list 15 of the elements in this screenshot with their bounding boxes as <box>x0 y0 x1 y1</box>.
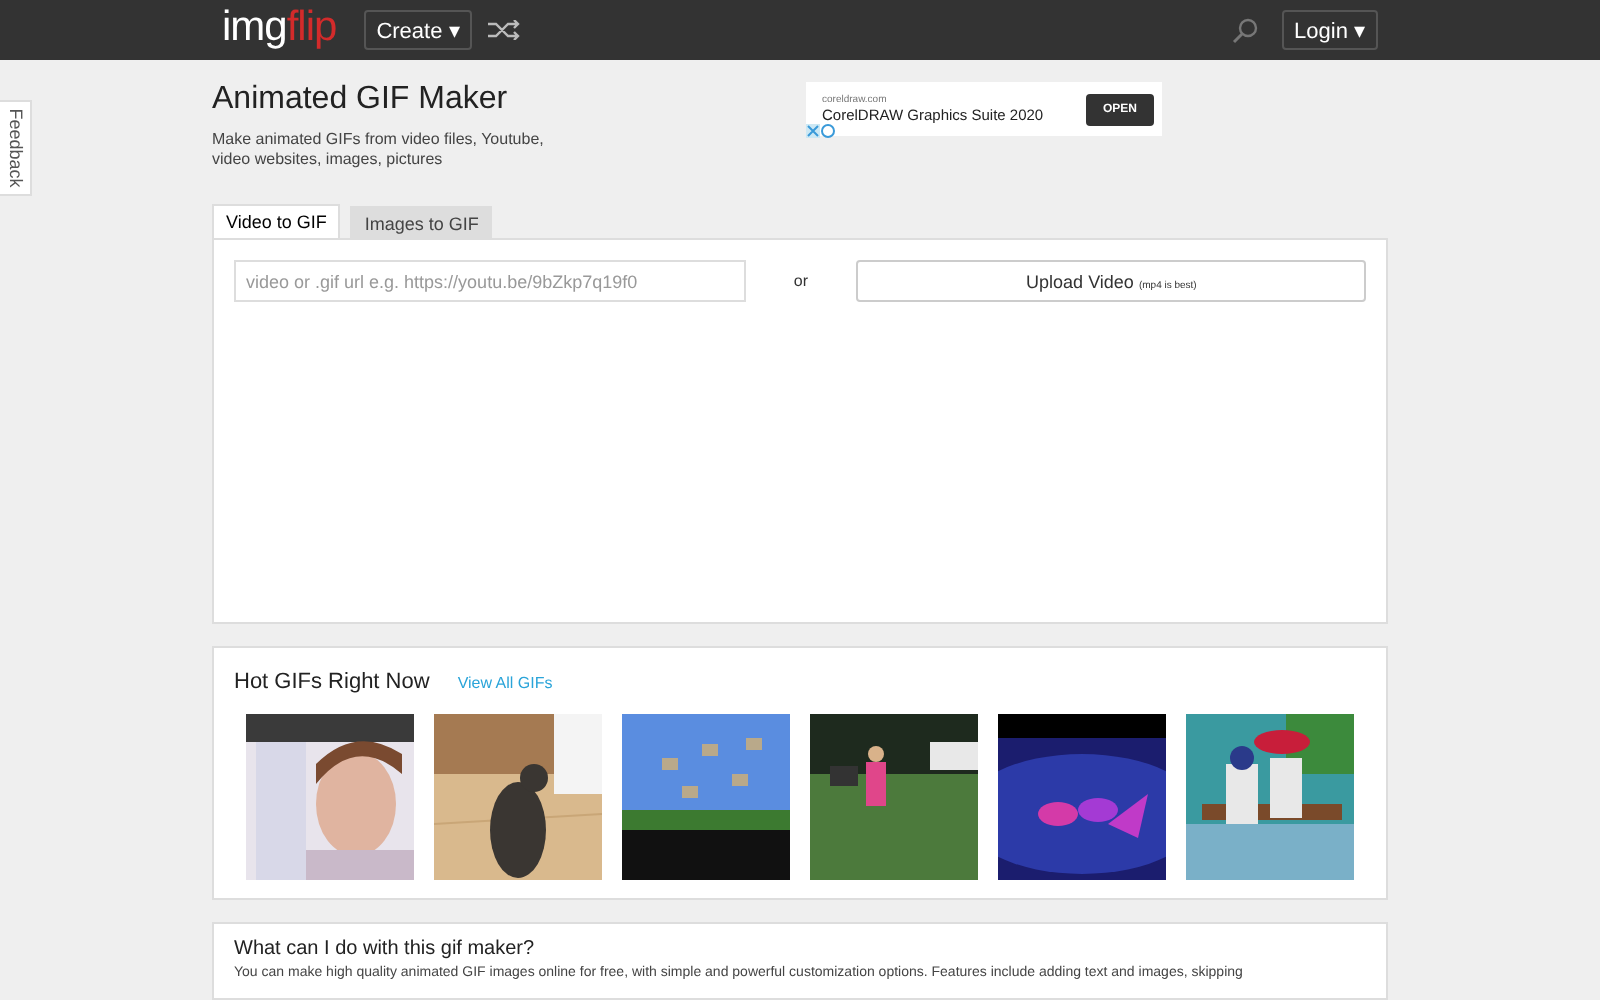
logo[interactable]: imgflip <box>222 6 337 54</box>
page-title: Animated GIF Maker <box>212 82 510 118</box>
create-button[interactable]: Create ▾ <box>364 10 473 50</box>
search-icon[interactable] <box>1232 17 1259 43</box>
url-input-field[interactable]: video or .gif url e.g. https://youtu.be/9bZkp7q19f0 <box>234 260 746 302</box>
shuffle-icon[interactable] <box>488 20 521 40</box>
tab[interactable]: Video to GIF <box>212 204 341 238</box>
ad-info-icon[interactable] <box>806 124 836 140</box>
tab[interactable]: Images to GIF <box>350 206 493 238</box>
or-label: or <box>791 272 811 290</box>
login-button[interactable]: Login ▾ <box>1282 10 1378 50</box>
page-description: Make animated GIFs from video files, Youtube, video websites, images, pictures <box>212 130 546 170</box>
feedback-tab[interactable]: Feedback <box>0 100 32 196</box>
section-title: Hot GIFs Right Now <box>234 670 430 694</box>
section-title: What can I do with this gif maker? <box>232 936 537 960</box>
